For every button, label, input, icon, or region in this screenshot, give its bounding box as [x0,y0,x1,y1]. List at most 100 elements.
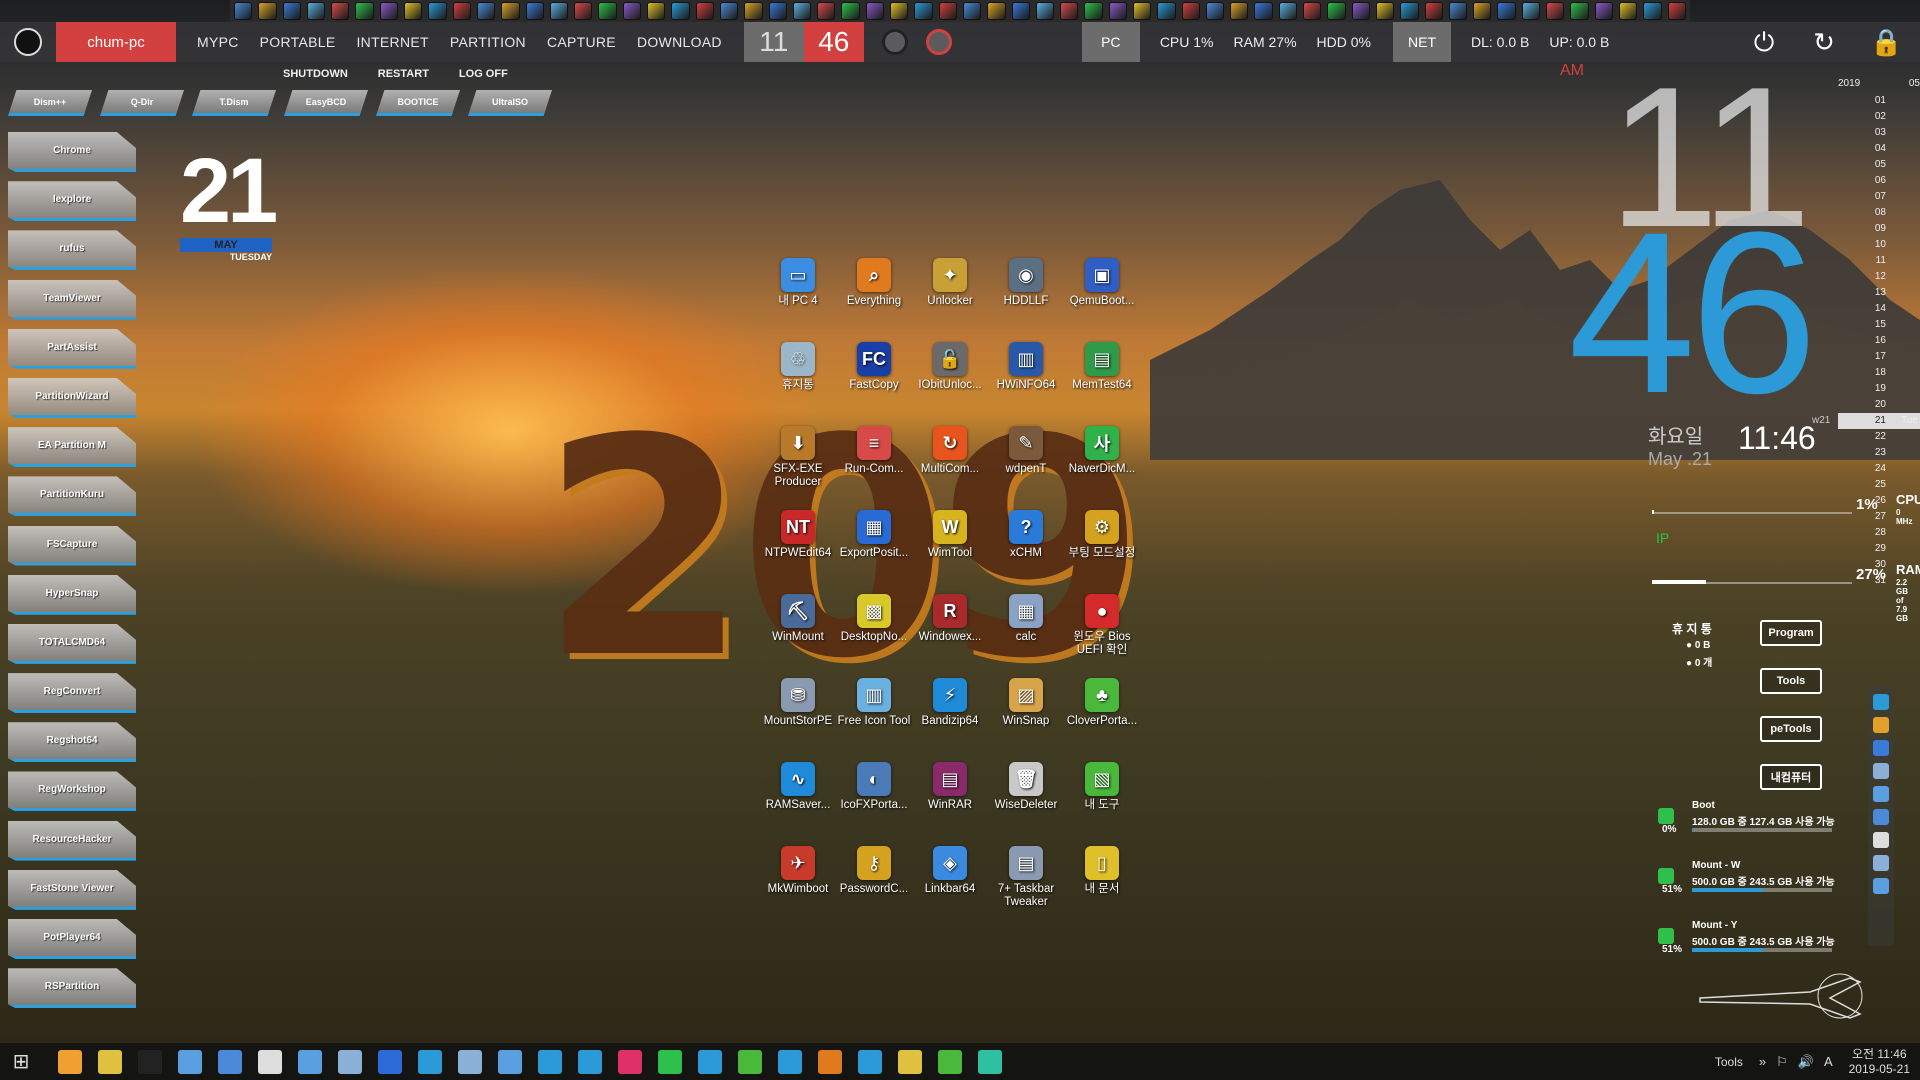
desktop-icon[interactable]: ⛏ WinMount [760,594,836,678]
desktop-icon[interactable]: ♲ 휴지통 [760,342,836,426]
desktop-icon[interactable]: ▦ calc [988,594,1064,678]
launcher-app-icon[interactable] [987,2,1006,20]
launcher-app-icon[interactable] [525,2,544,20]
tool-qdir[interactable]: Q-Dir [100,90,184,116]
my-computer-button[interactable]: 내컴퓨터 [1760,764,1822,790]
launcher-app-icon[interactable] [1157,2,1176,20]
quick-launch-icon[interactable] [1873,717,1889,733]
launcher-app-icon[interactable] [914,2,933,20]
taskbar-app-icon[interactable] [778,1049,802,1074]
logoff-button[interactable]: LOG OFF [459,68,508,80]
desktop-icon[interactable]: ▧ 내 도구 [1064,762,1140,846]
desktop-icon[interactable]: ▩ DesktopNo... [836,594,912,678]
launcher-app-icon[interactable] [306,2,326,20]
desktop-icon[interactable]: ∿ RAMSaver... [760,762,836,846]
desktop-icon[interactable]: ▤ MemTest64 [1064,342,1140,426]
taskbar-app-icon[interactable] [498,1049,522,1074]
tool-ultraiso[interactable]: UltraISO [468,90,552,116]
taskbar-app-icon[interactable] [898,1049,922,1074]
taskbar-app-icon[interactable] [178,1049,202,1074]
desktop-icon[interactable]: ⬇ SFX-EXE Producer [760,426,836,510]
launcher-app-icon[interactable] [647,2,666,20]
launcher-app-icon[interactable] [282,2,301,20]
taskbar-app-icon[interactable] [698,1049,722,1074]
launcher-app-icon[interactable] [1521,2,1541,20]
launcher-app-icon[interactable] [1424,2,1443,20]
launcher-app-icon[interactable] [890,2,909,20]
taskbar-app-icon[interactable] [618,1049,642,1074]
launcher-app-icon[interactable] [234,2,253,20]
desktop-icon[interactable]: ▥ HWiNFO64 [988,342,1064,426]
nav-portable[interactable]: PORTABLE [260,34,336,50]
launcher-app-icon[interactable] [792,2,812,20]
left-app-regshot64[interactable]: Regshot64 [8,722,136,763]
launcher-app-icon[interactable] [1278,2,1298,20]
launcher-app-icon[interactable] [598,2,617,20]
taskbar-app-icon[interactable] [58,1049,82,1074]
taskbar-app-icon[interactable] [538,1049,562,1074]
nav-download[interactable]: DOWNLOAD [637,34,722,50]
launcher-app-icon[interactable] [1570,2,1589,20]
desktop-icon[interactable]: 🔓 IObitUnloc... [912,342,988,426]
quick-launch-icon[interactable] [1873,763,1889,779]
tool-easybcd[interactable]: EasyBCD [284,90,368,116]
launcher-app-icon[interactable] [1351,2,1370,20]
left-app-chrome[interactable]: Chrome [8,132,136,172]
launcher-app-icon[interactable] [476,2,496,20]
launcher-app-icon[interactable] [574,2,593,20]
taskbar-app-icon[interactable] [98,1049,122,1074]
launcher-app-icon[interactable] [1618,2,1638,20]
nav-mypc[interactable]: MYPC [197,34,239,50]
petools-button[interactable]: peTools [1760,716,1822,742]
desktop-icon[interactable]: ▦ ExportPosit... [836,510,912,594]
chrome-ring-icon[interactable] [881,29,908,55]
tool-tdism[interactable]: T.Dism [192,90,276,116]
shutdown-button[interactable]: SHUTDOWN [283,68,348,80]
left-app-ea-partition-m[interactable]: EA Partition M [8,427,136,468]
launcher-app-icon[interactable] [1108,2,1127,20]
left-app-partitionwizard[interactable]: PartitionWizard [8,377,136,418]
desktop-icon[interactable]: ▭ 내 PC 4 [760,258,836,342]
left-app-hypersnap[interactable]: HyperSnap [8,574,136,615]
taskbar-app-icon[interactable] [298,1049,322,1074]
taskbar-app-icon[interactable] [738,1049,762,1074]
launcher-app-icon[interactable] [1375,2,1395,20]
launcher-app-icon[interactable] [1400,2,1419,20]
restart-button[interactable]: RESTART [378,68,429,80]
ime-indicator[interactable]: A [1824,1054,1833,1069]
program-button[interactable]: Program [1760,620,1822,646]
tray-clock[interactable]: 오전 11:46 2019-05-21 [1849,1047,1910,1077]
desktop-icon[interactable]: 사 NaverDicM... [1064,426,1140,510]
launcher-app-icon[interactable] [938,2,957,20]
quick-launch-icon[interactable] [1873,786,1889,802]
tool-bootice[interactable]: BOOTICE [376,90,460,116]
taskbar-app-icon[interactable] [858,1049,882,1074]
launcher-app-icon[interactable] [1132,2,1152,20]
desktop-icon[interactable]: ⚙ 부팅 모드설정 [1064,510,1140,594]
launcher-app-icon[interactable] [1181,2,1200,20]
taskbar-app-icon[interactable] [938,1049,962,1074]
launcher-app-icon[interactable] [1303,2,1322,20]
launcher-app-icon[interactable] [549,2,569,20]
launcher-app-icon[interactable] [744,2,763,20]
desktop-icon[interactable]: ✦ Unlocker [912,258,988,342]
network-icon[interactable]: ⚐ [1776,1054,1788,1070]
desktop-icon[interactable]: ◈ Linkbar64 [912,846,988,930]
left-app-fscapture[interactable]: FSCapture [8,525,136,566]
desktop-icon[interactable]: ▯ 내 문서 [1064,846,1140,930]
left-app-iexplore[interactable]: Iexplore [8,181,136,222]
desktop-icon[interactable]: 🗑 WiseDeleter [988,762,1064,846]
desktop-icon[interactable]: ▥ Free Icon Tool [836,678,912,762]
launcher-app-icon[interactable] [1667,2,1686,20]
launcher-app-icon[interactable] [1497,2,1516,20]
taskbar-app-icon[interactable] [138,1049,162,1074]
launcher-app-icon[interactable] [1594,2,1613,20]
launcher-app-icon[interactable] [1327,2,1346,20]
left-app-faststone-viewer[interactable]: FastStone Viewer [8,869,136,910]
computer-name[interactable]: chum-pc [56,22,176,62]
left-app-regconvert[interactable]: RegConvert [8,673,136,714]
launcher-app-icon[interactable] [671,2,690,20]
launcher-app-icon[interactable] [1230,2,1249,20]
quick-launch-icon[interactable] [1873,809,1889,825]
launcher-app-icon[interactable] [1011,2,1030,20]
